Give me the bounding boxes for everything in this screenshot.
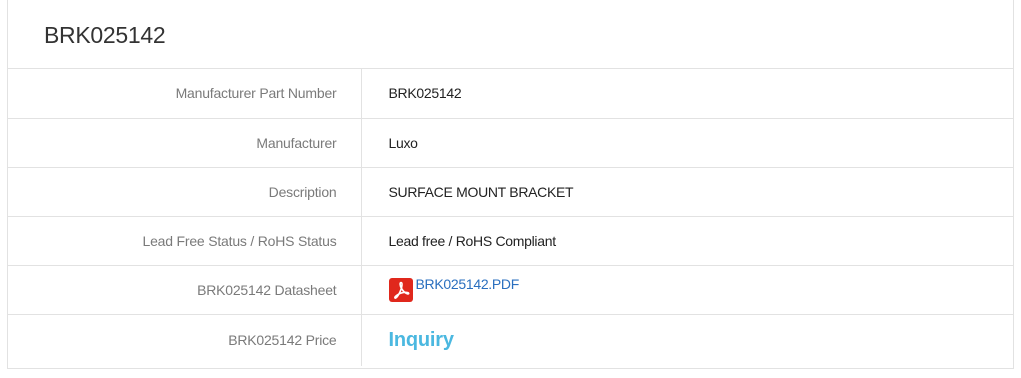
datasheet-link-label: BRK025142.PDF <box>415 275 520 292</box>
pdf-icon <box>388 277 413 302</box>
spec-value-part-number: BRK025142 <box>361 69 1013 119</box>
table-row: Lead Free Status / RoHS Status Lead free… <box>8 216 1013 266</box>
page-title: BRK025142 <box>44 21 166 48</box>
spec-value-manufacturer: Luxo <box>361 118 1013 168</box>
table-row: BRK025142 Price Inquiry <box>8 314 1013 366</box>
spec-label-manufacturer: Manufacturer <box>8 118 362 168</box>
spec-label-part-number: Manufacturer Part Number <box>8 69 362 119</box>
spec-value-datasheet: BRK025142.PDF <box>361 265 1013 315</box>
spec-label-description: Description <box>8 167 362 217</box>
table-row: Manufacturer Luxo <box>8 118 1013 168</box>
table-row: BRK025142 Datasheet BRK025142.PDF <box>8 265 1013 315</box>
spec-label-price: BRK025142 Price <box>8 314 362 366</box>
inquiry-link[interactable]: Inquiry <box>389 329 454 351</box>
title-row: BRK025142 <box>8 0 1013 69</box>
spec-label-datasheet: BRK025142 Datasheet <box>8 265 362 315</box>
spec-value-rohs-status: Lead free / RoHS Compliant <box>361 216 1013 266</box>
spec-table: Manufacturer Part Number BRK025142 Manuf… <box>8 69 1013 366</box>
spec-label-rohs-status: Lead Free Status / RoHS Status <box>8 216 362 266</box>
spec-value-price: Inquiry <box>361 314 1013 366</box>
product-spec-panel: BRK025142 Manufacturer Part Number BRK02… <box>7 0 1014 369</box>
table-row: Description SURFACE MOUNT BRACKET <box>8 167 1013 217</box>
spec-value-description: SURFACE MOUNT BRACKET <box>361 167 1013 217</box>
table-row: Manufacturer Part Number BRK025142 <box>8 69 1013 119</box>
datasheet-link[interactable]: BRK025142.PDF <box>388 275 520 302</box>
